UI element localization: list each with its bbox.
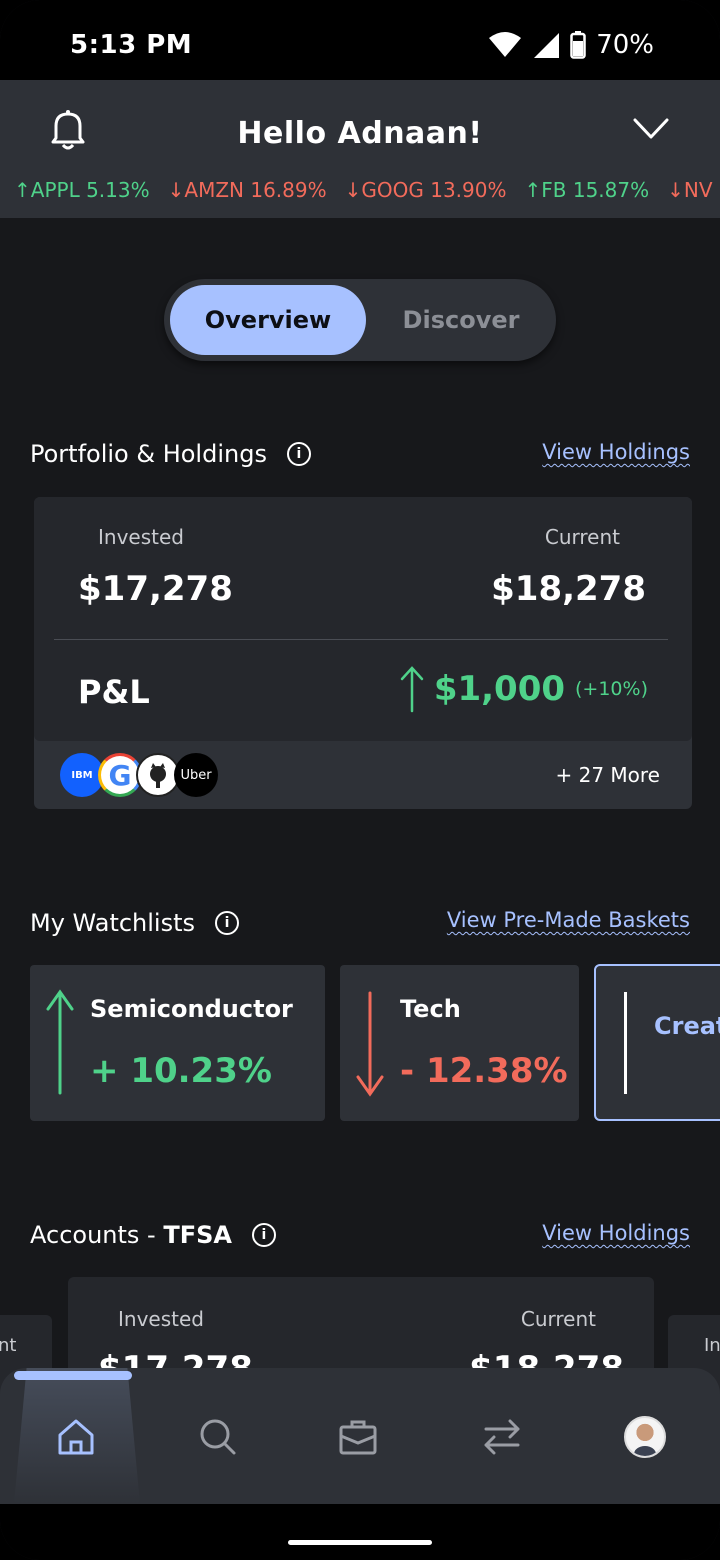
- create-watchlist-label: Creat: [654, 1012, 720, 1040]
- holdings-logos[interactable]: IBM G Uber: [60, 753, 220, 799]
- tab-overview[interactable]: Overview: [170, 285, 366, 355]
- current-value: $18,278: [491, 569, 646, 609]
- view-toggle: Overview Discover: [164, 279, 556, 361]
- ticker-item[interactable]: ↓AMZN 16.89%: [168, 178, 327, 202]
- search-icon: [200, 1419, 236, 1455]
- app-screen: 5:13 PM 70% Hello Adnaan! ↑APPL 5.13% ↓A…: [0, 0, 720, 1560]
- nav-home[interactable]: [46, 1412, 106, 1462]
- portfolio-card[interactable]: Invested $17,278 Current $18,278 P&L $1,…: [34, 497, 692, 809]
- account-peek-label: In: [704, 1335, 720, 1356]
- arrow-down-icon: [356, 991, 384, 1097]
- info-icon[interactable]: i: [215, 911, 240, 935]
- watchlist-name: Tech: [400, 995, 461, 1023]
- invested-value: $17,278: [78, 569, 233, 609]
- view-account-holdings-link[interactable]: View Holdings: [542, 1221, 690, 1245]
- accounts-section-title: Accounts - TFSA i: [30, 1221, 276, 1249]
- ticker-item[interactable]: ↓NV: [667, 178, 712, 202]
- wifi-icon: [489, 32, 522, 57]
- status-bar: 5:13 PM 70%: [0, 0, 720, 80]
- home-icon: [58, 1419, 94, 1455]
- nav-search[interactable]: [188, 1412, 248, 1462]
- watchlist-change: + 10.23%: [90, 1051, 272, 1091]
- profile-avatar[interactable]: [624, 1416, 666, 1458]
- nav-portfolio[interactable]: [328, 1412, 388, 1462]
- pl-value-group: $1,000 (+10%): [400, 665, 648, 713]
- ticker-item[interactable]: ↑FB 15.87%: [525, 178, 650, 202]
- watchlist-change: - 12.38%: [400, 1051, 568, 1091]
- transfer-icon: [484, 1419, 520, 1455]
- app-header: Hello Adnaan! ↑APPL 5.13% ↓AMZN 16.89% ↓…: [0, 80, 720, 218]
- portfolio-title: Portfolio & Holdings: [30, 440, 267, 468]
- status-time: 5:13 PM: [70, 30, 193, 60]
- current-label: Current: [520, 1307, 596, 1331]
- create-cursor-bar: [624, 992, 627, 1094]
- info-icon[interactable]: i: [251, 1223, 276, 1247]
- portfolio-section-title: Portfolio & Holdings i: [30, 440, 311, 468]
- greeting-title: Hello Adnaan!: [237, 116, 483, 151]
- current-label: Current: [544, 525, 620, 549]
- watchlists-section-title: My Watchlists i: [30, 909, 240, 937]
- view-holdings-link[interactable]: View Holdings: [542, 440, 690, 464]
- invested-label: Invested: [118, 1307, 204, 1331]
- bottom-navigation: [0, 1368, 720, 1504]
- divider: [54, 639, 668, 640]
- watchlist-card-tech[interactable]: Tech - 12.38%: [340, 965, 579, 1121]
- home-gesture-handle[interactable]: [288, 1540, 432, 1545]
- arrow-up-icon: [400, 666, 424, 713]
- status-icons: 70%: [488, 30, 654, 60]
- battery-icon: [570, 31, 586, 59]
- uber-logo: Uber: [174, 753, 218, 797]
- info-icon[interactable]: i: [286, 442, 311, 466]
- watchlist-card-semiconductor[interactable]: Semiconductor + 10.23%: [30, 965, 325, 1121]
- gesture-bar: [0, 1504, 720, 1560]
- accounts-title: Accounts - TFSA: [30, 1221, 232, 1249]
- invested-label: Invested: [98, 525, 184, 549]
- portfolio-summary: Invested $17,278 Current $18,278 P&L $1,…: [34, 497, 692, 741]
- chevron-down-icon[interactable]: [632, 116, 670, 142]
- watchlist-name: Semiconductor: [90, 995, 293, 1023]
- battery-percent: 70%: [596, 30, 654, 60]
- active-tab-indicator: [14, 1371, 132, 1380]
- ticker-item[interactable]: ↓GOOG 13.90%: [345, 178, 507, 202]
- watchlists-title: My Watchlists: [30, 909, 196, 937]
- arrow-up-icon: [46, 989, 74, 1095]
- tab-discover[interactable]: Discover: [372, 285, 550, 355]
- nav-transfer[interactable]: [472, 1412, 532, 1462]
- pl-amount: $1,000: [433, 669, 566, 709]
- more-holdings[interactable]: + 27 More: [555, 763, 660, 787]
- signal-icon: [534, 33, 560, 58]
- ticker-item[interactable]: ↑APPL 5.13%: [14, 178, 150, 202]
- stock-ticker: ↑APPL 5.13% ↓AMZN 16.89% ↓GOOG 13.90% ↑F…: [14, 178, 713, 202]
- create-watchlist-card[interactable]: Creat: [594, 964, 720, 1121]
- briefcase-icon: [339, 1420, 377, 1455]
- view-baskets-link[interactable]: View Pre-Made Baskets: [447, 908, 690, 932]
- pl-percent: (+10%): [575, 678, 648, 700]
- pl-label: P&L: [78, 673, 150, 711]
- account-peek-label: nt: [0, 1335, 17, 1356]
